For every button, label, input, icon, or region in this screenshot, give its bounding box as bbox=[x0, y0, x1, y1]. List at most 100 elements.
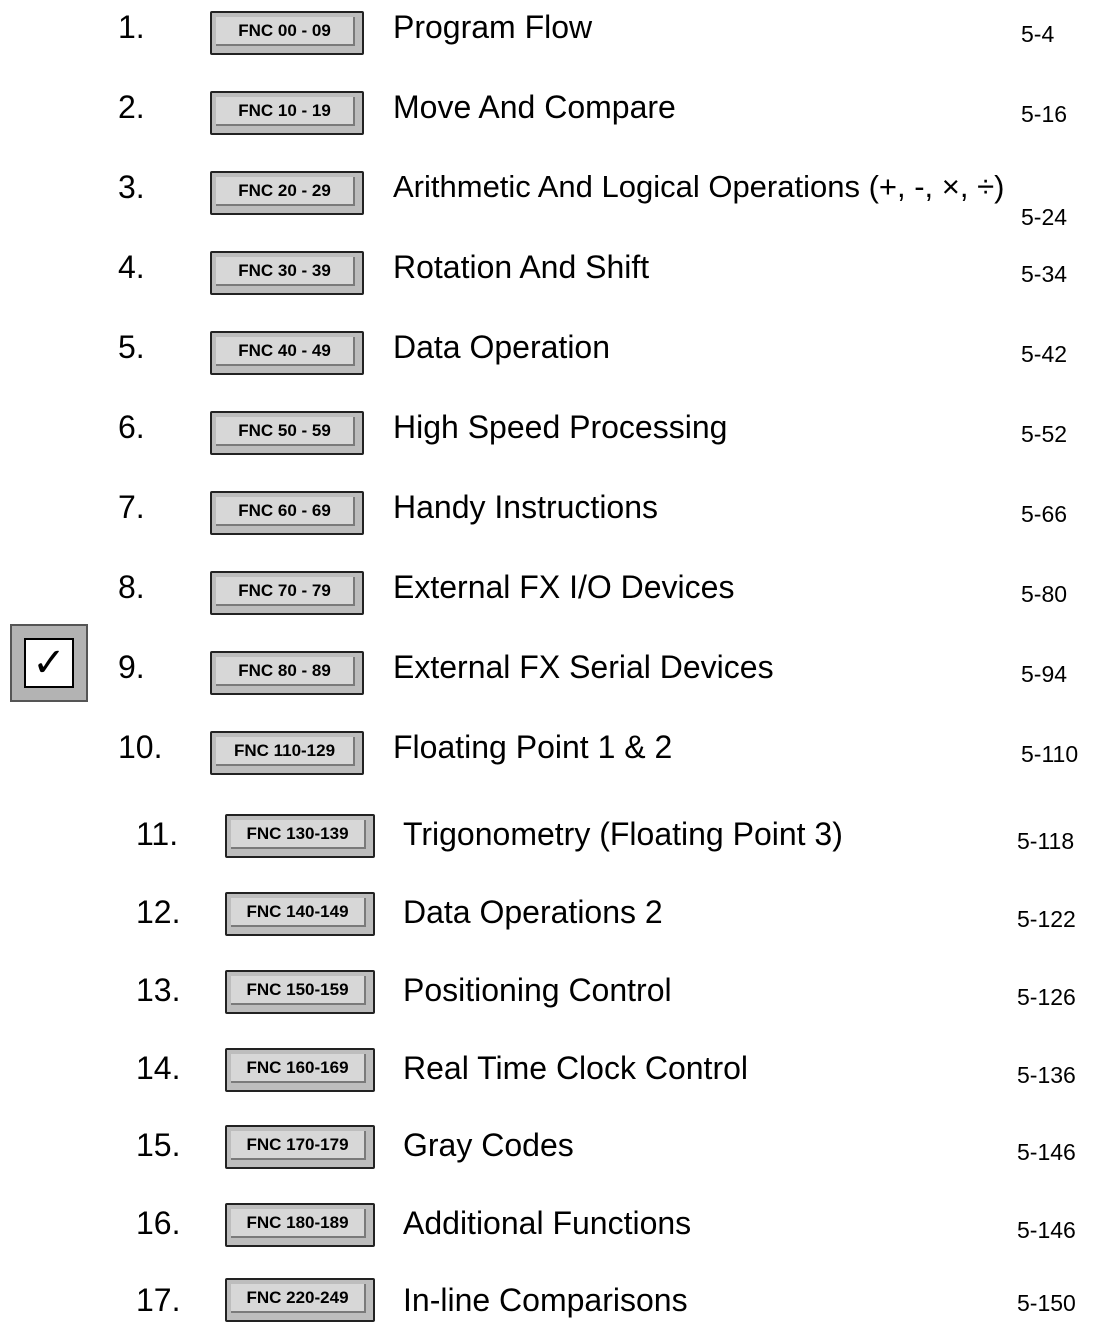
fnc-range-label: FNC 40 - 49 bbox=[216, 337, 355, 366]
fnc-button[interactable]: FNC 80 - 89 bbox=[210, 651, 364, 695]
fnc-button[interactable]: FNC 40 - 49 bbox=[210, 331, 364, 375]
fnc-range-label: FNC 150-159 bbox=[231, 976, 366, 1005]
fnc-button[interactable]: FNC 110-129 bbox=[210, 731, 364, 775]
page-ref: 5-16 bbox=[1021, 101, 1068, 127]
item-title: Trigonometry (Floating Point 3) bbox=[403, 816, 843, 852]
list-item: 16. FNC 180-189 Additional Functions 5-1… bbox=[0, 1201, 1097, 1261]
page-ref: 5-110 bbox=[1021, 741, 1079, 767]
list-item: 17. FNC 220-249 In-line Comparisons 5-15… bbox=[0, 1278, 1097, 1338]
fnc-button[interactable]: FNC 10 - 19 bbox=[210, 91, 364, 135]
page-ref: 5-24 bbox=[1021, 204, 1068, 230]
page-ref: 5-80 bbox=[1021, 581, 1068, 607]
page-ref: 5-118 bbox=[1017, 828, 1075, 854]
item-number: 6. bbox=[118, 409, 145, 445]
fnc-range-label: FNC 50 - 59 bbox=[216, 417, 355, 446]
item-title: Data Operations 2 bbox=[403, 894, 663, 930]
list-item: 1. FNC 00 - 09 Program Flow 5-4 bbox=[0, 5, 1097, 65]
page-ref: 5-42 bbox=[1021, 341, 1068, 367]
list-item: 8. FNC 70 - 79 External FX I/O Devices 5… bbox=[0, 565, 1097, 625]
item-title: Positioning Control bbox=[403, 972, 672, 1008]
item-number: 15. bbox=[136, 1127, 181, 1163]
page-ref: 5-136 bbox=[1017, 1062, 1076, 1088]
item-number: 11. bbox=[136, 816, 179, 852]
item-number: 17. bbox=[136, 1282, 181, 1318]
item-title: Handy Instructions bbox=[393, 489, 659, 525]
item-number: 13. bbox=[136, 972, 181, 1008]
fnc-range-label: FNC 170-179 bbox=[231, 1131, 366, 1160]
list-item: 11. FNC 130-139 Trigonometry (Floating P… bbox=[0, 812, 1097, 872]
item-number: 12. bbox=[136, 894, 181, 930]
fnc-button[interactable]: FNC 50 - 59 bbox=[210, 411, 364, 455]
page-ref: 5-122 bbox=[1017, 906, 1076, 932]
fnc-button[interactable]: FNC 140-149 bbox=[225, 892, 375, 936]
page-ref: 5-126 bbox=[1017, 984, 1076, 1010]
fnc-range-label: FNC 180-189 bbox=[231, 1209, 366, 1238]
fnc-range-label: FNC 30 - 39 bbox=[216, 257, 355, 286]
page-ref: 5-4 bbox=[1021, 21, 1055, 47]
fnc-range-label: FNC 70 - 79 bbox=[216, 577, 355, 606]
item-number: 1. bbox=[118, 9, 145, 45]
list-item: 14. FNC 160-169 Real Time Clock Control … bbox=[0, 1046, 1097, 1106]
item-title: In-line Comparisons bbox=[403, 1282, 688, 1318]
fnc-range-label: FNC 140-149 bbox=[231, 898, 366, 927]
item-number: 10. bbox=[118, 729, 163, 765]
item-title: Gray Codes bbox=[403, 1127, 574, 1163]
list-item: 7. FNC 60 - 69 Handy Instructions 5-66 bbox=[0, 485, 1097, 545]
fnc-button[interactable]: FNC 30 - 39 bbox=[210, 251, 364, 295]
list-item: 12. FNC 140-149 Data Operations 2 5-122 bbox=[0, 890, 1097, 950]
list-item: 10. FNC 110-129 Floating Point 1 & 2 5-1… bbox=[0, 725, 1097, 785]
item-title: Real Time Clock Control bbox=[403, 1050, 748, 1086]
fnc-button[interactable]: FNC 00 - 09 bbox=[210, 11, 364, 55]
item-title: External FX I/O Devices bbox=[393, 569, 735, 605]
list-item: 5. FNC 40 - 49 Data Operation 5-42 bbox=[0, 325, 1097, 385]
item-title: Floating Point 1 & 2 bbox=[393, 729, 673, 765]
fnc-button[interactable]: FNC 70 - 79 bbox=[210, 571, 364, 615]
list-item: 9. FNC 80 - 89 External FX Serial Device… bbox=[0, 645, 1097, 705]
page-ref: 5-34 bbox=[1021, 261, 1068, 287]
item-title: Program Flow bbox=[393, 9, 593, 45]
fnc-range-label: FNC 10 - 19 bbox=[216, 97, 355, 126]
item-title: External FX Serial Devices bbox=[393, 649, 774, 685]
list-item: 3. FNC 20 - 29 Arithmetic And Logical Op… bbox=[0, 165, 1097, 230]
fnc-button[interactable]: FNC 150-159 bbox=[225, 970, 375, 1014]
page-ref: 5-52 bbox=[1021, 421, 1068, 447]
list-item: 15. FNC 170-179 Gray Codes 5-146 bbox=[0, 1123, 1097, 1183]
list-item: 2. FNC 10 - 19 Move And Compare 5-16 bbox=[0, 85, 1097, 145]
item-number: 16. bbox=[136, 1205, 181, 1241]
item-number: 14. bbox=[136, 1050, 181, 1086]
item-title: Additional Functions bbox=[403, 1205, 692, 1241]
item-title: High Speed Processing bbox=[393, 409, 728, 445]
item-title: Arithmetic And Logical Operations (+, -,… bbox=[393, 169, 1005, 204]
fnc-range-label: FNC 220-249 bbox=[231, 1284, 366, 1313]
fnc-button[interactable]: FNC 160-169 bbox=[225, 1048, 375, 1092]
item-number: 2. bbox=[118, 89, 145, 125]
page-ref: 5-146 bbox=[1017, 1139, 1076, 1165]
item-number: 3. bbox=[118, 169, 145, 205]
fnc-button[interactable]: FNC 180-189 bbox=[225, 1203, 375, 1247]
fnc-range-label: FNC 20 - 29 bbox=[216, 177, 355, 206]
fnc-button[interactable]: FNC 220-249 bbox=[225, 1278, 375, 1322]
item-number: 9. bbox=[118, 649, 145, 685]
fnc-range-label: FNC 60 - 69 bbox=[216, 497, 355, 526]
fnc-button[interactable]: FNC 20 - 29 bbox=[210, 171, 364, 215]
fnc-range-label: FNC 00 - 09 bbox=[216, 17, 355, 46]
fnc-range-label: FNC 130-139 bbox=[231, 820, 366, 849]
list-item: 4. FNC 30 - 39 Rotation And Shift 5-34 bbox=[0, 245, 1097, 305]
fnc-button[interactable]: FNC 60 - 69 bbox=[210, 491, 364, 535]
fnc-range-label: FNC 160-169 bbox=[231, 1054, 366, 1083]
list-item: 6. FNC 50 - 59 High Speed Processing 5-5… bbox=[0, 405, 1097, 465]
list-item: 13. FNC 150-159 Positioning Control 5-12… bbox=[0, 968, 1097, 1028]
item-title: Rotation And Shift bbox=[393, 249, 650, 285]
item-number: 8. bbox=[118, 569, 145, 605]
item-title: Data Operation bbox=[393, 329, 611, 365]
page-ref: 5-150 bbox=[1017, 1290, 1076, 1316]
page-ref: 5-94 bbox=[1021, 661, 1068, 687]
item-number: 4. bbox=[118, 249, 145, 285]
item-number: 5. bbox=[118, 329, 145, 365]
fnc-button[interactable]: FNC 170-179 bbox=[225, 1125, 375, 1169]
item-title: Move And Compare bbox=[393, 89, 676, 125]
item-number: 7. bbox=[118, 489, 145, 525]
fnc-range-label: FNC 110-129 bbox=[216, 737, 355, 766]
fnc-button[interactable]: FNC 130-139 bbox=[225, 814, 375, 858]
fnc-range-label: FNC 80 - 89 bbox=[216, 657, 355, 686]
